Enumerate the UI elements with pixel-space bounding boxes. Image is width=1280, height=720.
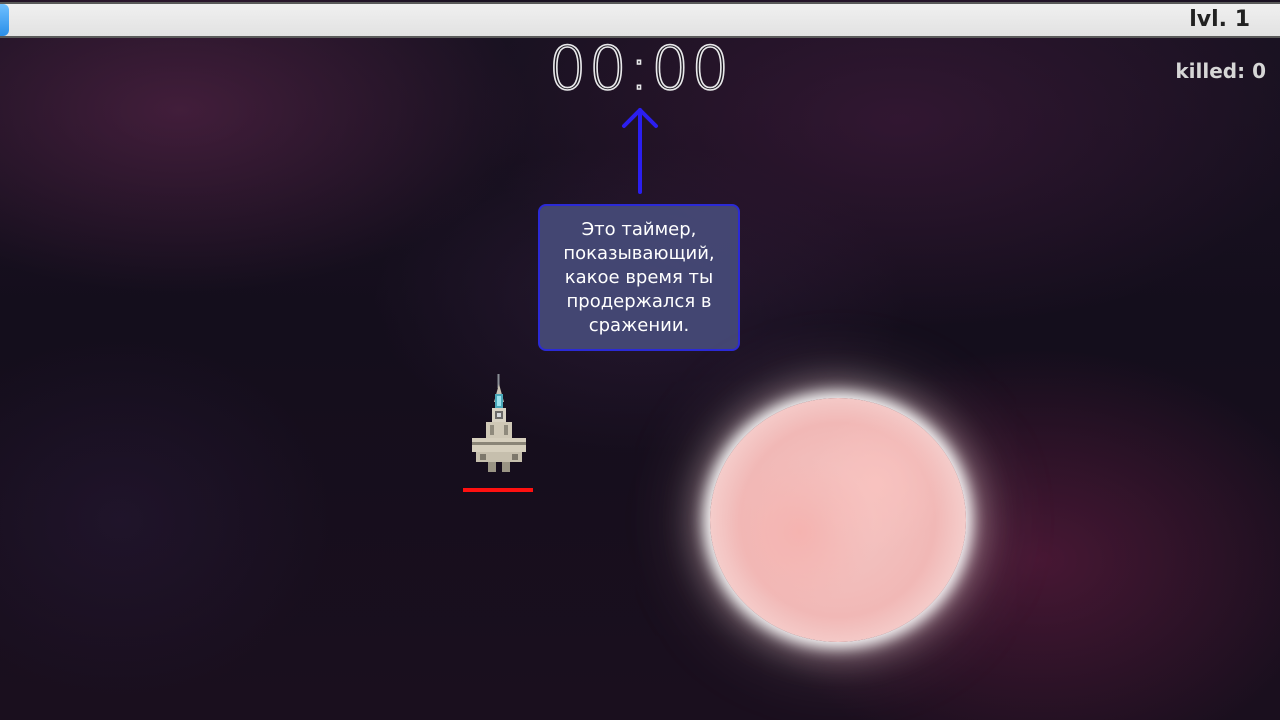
- tutorial-tooltip-text: Это таймер, показывающий, какое время ты…: [563, 218, 715, 336]
- kill-counter: killed: 0: [1175, 59, 1266, 83]
- level-label: lvl. 1: [1189, 7, 1250, 32]
- experience-bar-fill: [0, 4, 9, 36]
- tutorial-tooltip: Это таймер, показывающий, какое время ты…: [538, 204, 740, 351]
- arrow-up-icon: [622, 108, 658, 194]
- player-health-bar: [463, 488, 533, 492]
- experience-bar: lvl. 1: [0, 2, 1280, 38]
- game-viewport: lvl. 1 00:00 killed: 0 Это таймер, показ…: [0, 0, 1280, 720]
- survival-timer: 00:00: [548, 33, 732, 105]
- player-spaceship-icon: [472, 374, 526, 472]
- sun: [710, 398, 966, 642]
